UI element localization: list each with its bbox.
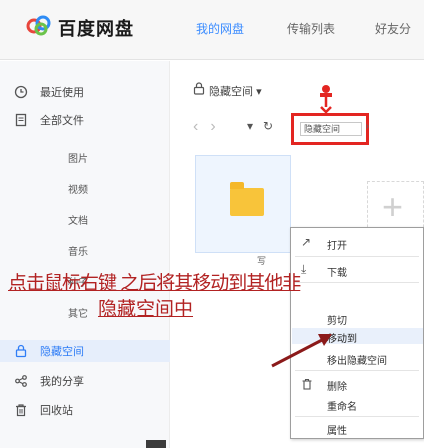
menu-item-download[interactable]: 下载	[327, 264, 347, 279]
sidebar-item-images[interactable]: 图片	[68, 150, 88, 165]
lock-icon	[15, 344, 27, 358]
bottom-edge-bar	[146, 440, 166, 448]
menu-item-delete[interactable]: 删除	[327, 378, 347, 393]
share-icon	[15, 375, 27, 387]
folder-icon	[230, 182, 264, 216]
sidebar-item-others[interactable]: 其它	[68, 305, 88, 320]
sidebar-item-videos[interactable]: 视频	[68, 181, 88, 196]
open-icon: ↗	[301, 235, 312, 249]
sidebar-item-my-shares[interactable]: 我的分享	[40, 371, 84, 391]
path-field-value: 隐藏空间	[304, 124, 341, 134]
trash-icon	[302, 378, 312, 390]
tab-transfer-list[interactable]: 传输列表	[287, 20, 335, 37]
sidebar-item-hidden-space[interactable]: 隐藏空间	[40, 341, 84, 361]
refresh-icon[interactable]: ↻	[263, 119, 273, 133]
path-highlight-box: 隐藏空间 ›	[291, 113, 369, 145]
trash-icon	[16, 404, 26, 417]
path-field[interactable]: 隐藏空间	[300, 122, 362, 136]
app-brand: 百度网盘	[58, 19, 134, 39]
sidebar-item-documents[interactable]: 文档	[68, 212, 88, 227]
menu-divider	[295, 416, 419, 417]
chevron-right-icon: ›	[365, 121, 369, 132]
menu-divider	[295, 256, 419, 257]
annotation-text-line1: 点击鼠标右键 之后将其移动到其他非	[8, 273, 301, 294]
folder-caption: 写	[257, 256, 267, 266]
breadcrumb-current: 隐藏空间	[209, 86, 253, 98]
menu-item-properties[interactable]: 属性	[327, 422, 347, 437]
menu-divider	[295, 370, 419, 371]
annotation-arrow-icon	[271, 334, 332, 368]
folder-tile[interactable]	[195, 155, 291, 253]
sidebar-item-music[interactable]: 音乐	[68, 243, 88, 258]
lock-icon	[193, 82, 205, 95]
menu-item-open[interactable]: 打开	[327, 237, 347, 252]
download-icon: ⤓	[301, 262, 307, 276]
forward-arrow-icon[interactable]: ›	[210, 118, 227, 135]
menu-item-cut[interactable]: 剪切	[327, 312, 347, 327]
sidebar-item-recent[interactable]: 最近使用	[40, 82, 84, 102]
back-arrow-icon[interactable]: ‹	[193, 118, 210, 135]
menu-divider	[295, 282, 419, 283]
clock-icon	[14, 85, 28, 99]
plus-icon: +	[382, 186, 404, 227]
tab-my-disk[interactable]: 我的网盘	[196, 20, 244, 37]
dropdown-icon[interactable]: ▾	[247, 119, 253, 133]
top-bar: 百度网盘 我的网盘 传输列表 好友分	[0, 0, 424, 60]
sidebar: 最近使用 全部文件 图片 视频 文档 音乐 种子 其它 隐藏空间 我的分享 回收…	[0, 61, 170, 448]
breadcrumb[interactable]: 隐藏空间 ▾	[209, 83, 262, 99]
sidebar-item-all-files[interactable]: 全部文件	[40, 110, 84, 130]
file-icon	[15, 113, 27, 127]
back-forward-buttons[interactable]: ‹›	[193, 118, 228, 136]
red-pin-marker-icon	[320, 85, 332, 113]
tab-friends[interactable]: 好友分	[375, 20, 411, 37]
sidebar-item-recycle-bin[interactable]: 回收站	[40, 400, 73, 420]
menu-item-rename[interactable]: 重命名	[327, 398, 357, 413]
chevron-down-icon: ▾	[256, 86, 262, 98]
baidu-netdisk-logo-icon	[26, 15, 51, 36]
annotation-text-line2: 隐藏空间中	[98, 299, 194, 320]
